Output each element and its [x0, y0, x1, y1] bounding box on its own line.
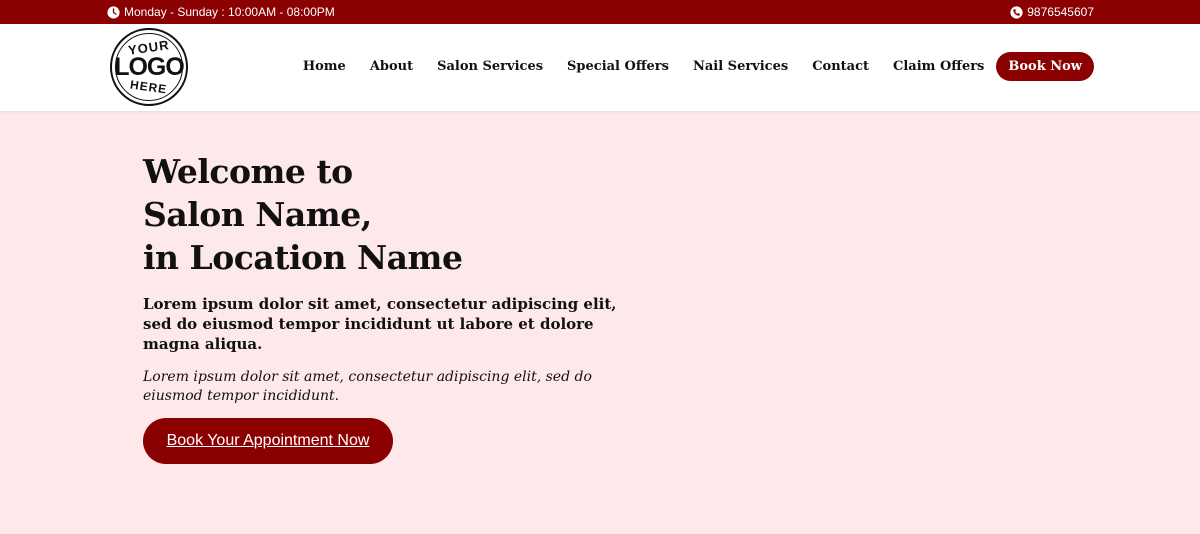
clock-icon — [107, 5, 120, 19]
logo-text-bottom: HERE — [129, 77, 169, 97]
hero-lead-text: Lorem ipsum dolor sit amet, consectetur … — [143, 295, 617, 353]
phone-number[interactable]: 9876545607 — [1027, 5, 1094, 19]
hero-title-line-1: Welcome to — [143, 152, 353, 191]
hero-title-line-3: in Location Name — [143, 238, 463, 277]
nav-item-about[interactable]: About — [370, 59, 413, 74]
logo-mark: YOUR LOGO HERE — [114, 33, 185, 101]
business-hours: Monday - Sunday : 10:00AM - 08:00PM — [107, 5, 335, 19]
top-info-bar: Monday - Sunday : 10:00AM - 08:00PM 9876… — [0, 0, 1200, 24]
business-hours-text: Monday - Sunday : 10:00AM - 08:00PM — [124, 5, 335, 19]
nav-item-home[interactable]: Home — [303, 59, 346, 74]
hero-title: Welcome to Salon Name, in Location Name — [143, 150, 663, 279]
nav-item-claim-offers[interactable]: Claim Offers — [893, 59, 984, 74]
hero-section: Welcome to Salon Name, in Location Name … — [143, 150, 663, 406]
phone-contact[interactable]: 9876545607 — [1010, 5, 1094, 19]
book-appointment-button[interactable]: Book Your Appointment Now — [143, 418, 393, 464]
site-header: YOUR LOGO HERE Home About Salon Services… — [0, 24, 1200, 111]
nav-item-salon-services[interactable]: Salon Services — [437, 59, 543, 74]
logo-text-middle: LOGO — [114, 53, 185, 81]
nav-item-contact[interactable]: Contact — [812, 59, 869, 74]
main-navigation: Home About Salon Services Special Offers… — [303, 52, 1094, 81]
nav-item-special-offers[interactable]: Special Offers — [567, 59, 669, 74]
book-now-button[interactable]: Book Now — [996, 52, 1094, 81]
nav-item-nail-services[interactable]: Nail Services — [693, 59, 788, 74]
phone-icon — [1010, 5, 1023, 19]
hero-title-line-2: Salon Name, — [143, 195, 372, 234]
hero-sub-text: Lorem ipsum dolor sit amet, consectetur … — [143, 369, 592, 404]
site-logo[interactable]: YOUR LOGO HERE — [110, 28, 188, 106]
